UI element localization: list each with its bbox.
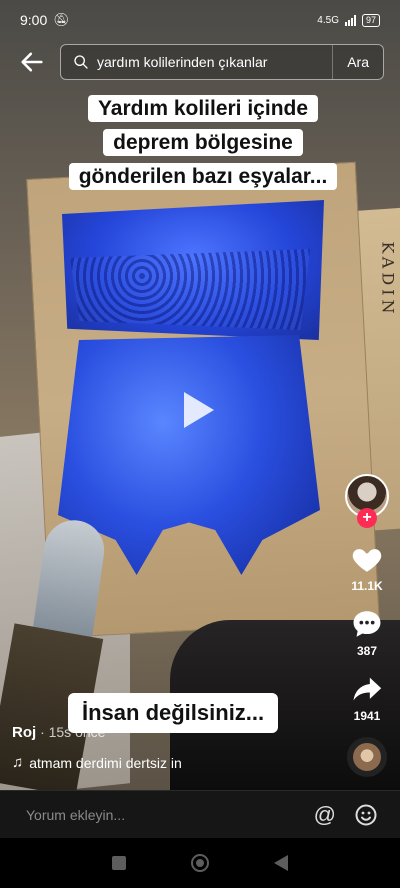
search-button[interactable]: Ara	[332, 45, 383, 79]
heart-icon[interactable]	[350, 542, 384, 576]
caption-line: deprem bölgesine	[103, 129, 303, 156]
search-bar[interactable]: yardım kolilerinden çıkanlar Ara	[60, 44, 384, 80]
battery-icon: 97	[361, 13, 380, 27]
network-type: 4.5G	[317, 14, 339, 26]
caption-line: Yardım kolileri içinde	[87, 95, 319, 122]
status-bar: 9:00 🔕︎ 4.5G 97	[0, 0, 400, 40]
play-icon[interactable]	[184, 392, 214, 428]
music-disc-icon[interactable]	[347, 737, 387, 777]
battery-level: 97	[365, 14, 376, 25]
comment-count: 387	[356, 644, 378, 658]
author-name[interactable]: Roj	[12, 724, 36, 741]
recent-apps-icon[interactable]	[112, 856, 127, 870]
author-info[interactable]: Roj · 15s önce	[12, 724, 105, 741]
comment-input[interactable]: Yorum ekleyin...	[26, 807, 314, 823]
like-count: 11.1K	[351, 579, 383, 593]
status-time: 9:00	[20, 12, 48, 28]
mention-icon[interactable]: @	[314, 802, 336, 828]
like-action[interactable]: 11.1K	[350, 542, 384, 593]
video-caption: Yardım kolileri içinde deprem bölgesine …	[32, 92, 374, 194]
bell-off-icon: 🔕︎	[53, 12, 70, 27]
share-count: 1941	[353, 709, 381, 723]
share-icon[interactable]	[350, 672, 384, 706]
search-icon	[74, 55, 88, 69]
caption-line: gönderilen bazı eşyalar...	[68, 163, 338, 190]
music-title[interactable]: atmam derdimi dertsiz in	[29, 755, 182, 771]
follow-plus-icon[interactable]: +	[357, 508, 377, 528]
emoji-icon[interactable]	[354, 803, 378, 827]
search-input[interactable]: yardım kolilerinden çıkanlar	[97, 54, 332, 70]
comment-icon[interactable]	[350, 607, 384, 641]
back-arrow-icon[interactable]	[18, 48, 46, 76]
signal-icon	[344, 14, 356, 26]
back-icon[interactable]	[273, 855, 288, 871]
share-action[interactable]: 1941	[350, 672, 384, 723]
music-note-icon: ♫	[12, 754, 24, 771]
music-info[interactable]: ♫ atmam derdimi dertsiz in	[12, 754, 182, 771]
video-background-scrawl: KADIN	[378, 241, 398, 318]
comment-bar: Yorum ekleyin... @	[0, 790, 400, 838]
action-column: + 11.1K 387 1941	[342, 474, 392, 777]
home-icon[interactable]	[190, 854, 209, 872]
search-header: yardım kolilerinden çıkanlar Ara	[0, 40, 400, 84]
comment-action[interactable]: 387	[350, 607, 384, 658]
post-time: · 15s önce	[40, 724, 106, 740]
system-nav-bar	[0, 838, 400, 888]
